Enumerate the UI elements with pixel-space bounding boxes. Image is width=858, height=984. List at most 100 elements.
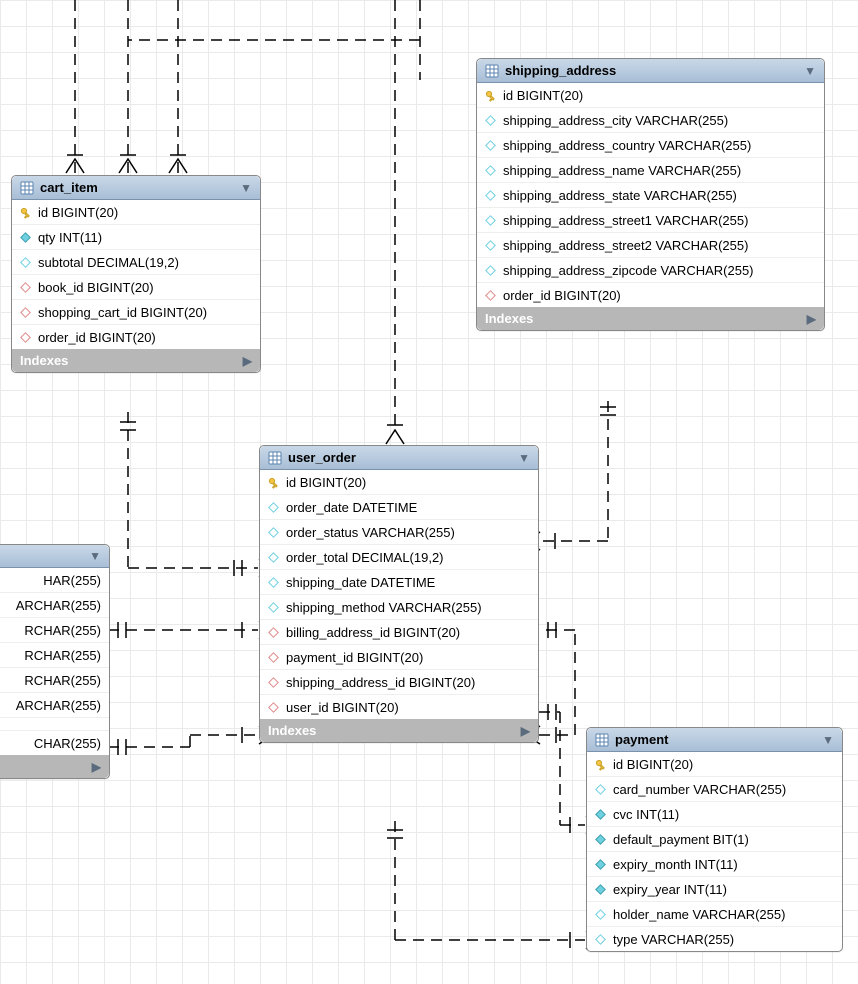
column-label: type VARCHAR(255) xyxy=(613,932,734,947)
column-label: ARCHAR(255) xyxy=(16,598,101,613)
table-header[interactable]: payment ▼ xyxy=(587,728,842,752)
chevron-down-icon[interactable]: ▼ xyxy=(518,451,530,465)
column-row[interactable]: ARCHAR(255) xyxy=(0,692,109,717)
column-row[interactable]: shipping_address_street2 VARCHAR(255) xyxy=(477,232,824,257)
column-label: shipping_address_zipcode VARCHAR(255) xyxy=(503,263,754,278)
table-cart-item[interactable]: cart_item ▼ id BIGINT(20) qty INT(11) subt… xyxy=(11,175,261,373)
column-icon xyxy=(595,884,607,896)
column-row[interactable]: shipping_date DATETIME xyxy=(260,569,538,594)
chevron-down-icon[interactable]: ▼ xyxy=(240,181,252,195)
column-row[interactable]: order_id BIGINT(20) xyxy=(12,324,260,349)
column-row[interactable]: HAR(255) xyxy=(0,568,109,592)
table-title: payment xyxy=(615,732,816,747)
column-label: id BIGINT(20) xyxy=(38,205,118,220)
table-header[interactable]: cart_item ▼ xyxy=(12,176,260,200)
column-row[interactable]: shipping_method VARCHAR(255) xyxy=(260,594,538,619)
primary-key-icon xyxy=(268,477,280,489)
table-icon xyxy=(20,181,34,195)
column-row[interactable]: user_id BIGINT(20) xyxy=(260,694,538,719)
column-row[interactable]: shipping_address_state VARCHAR(255) xyxy=(477,182,824,207)
chevron-right-icon[interactable]: ▶ xyxy=(92,760,101,774)
column-row[interactable]: shipping_address_name VARCHAR(255) xyxy=(477,157,824,182)
column-label: shipping_method VARCHAR(255) xyxy=(286,600,482,615)
column-row[interactable]: RCHAR(255) xyxy=(0,617,109,642)
table-user-order[interactable]: user_order ▼ id BIGINT(20)order_date DAT… xyxy=(259,445,539,743)
column-label: qty INT(11) xyxy=(38,230,102,245)
column-label: id BIGINT(20) xyxy=(503,88,583,103)
column-row[interactable]: expiry_year INT(11) xyxy=(587,876,842,901)
table-partial-left[interactable]: ▼ HAR(255)ARCHAR(255)RCHAR(255)RCHAR(255… xyxy=(0,544,110,779)
chevron-right-icon[interactable]: ▶ xyxy=(243,354,252,368)
column-label: shipping_address_state VARCHAR(255) xyxy=(503,188,737,203)
table-header[interactable]: user_order ▼ xyxy=(260,446,538,470)
column-label: shopping_cart_id BIGINT(20) xyxy=(38,305,207,320)
indexes-label: Indexes xyxy=(485,311,533,326)
indexes-section[interactable]: Indexes ▶ xyxy=(260,719,538,742)
table-shipping-address[interactable]: shipping_address ▼ id BIGINT(20) shipping… xyxy=(476,58,825,331)
er-diagram-canvas[interactable]: cart_item ▼ id BIGINT(20) qty INT(11) subt… xyxy=(0,0,858,984)
chevron-down-icon[interactable]: ▼ xyxy=(89,549,101,563)
column-row[interactable]: billing_address_id BIGINT(20) xyxy=(260,619,538,644)
column-icon xyxy=(485,215,497,227)
column-row[interactable]: shipping_address_street1 VARCHAR(255) xyxy=(477,207,824,232)
table-payment[interactable]: payment ▼ id BIGINT(20)card_number VARCH… xyxy=(586,727,843,952)
column-row[interactable]: subtotal DECIMAL(19,2) xyxy=(12,249,260,274)
column-icon xyxy=(268,552,280,564)
chevron-down-icon[interactable]: ▼ xyxy=(822,733,834,747)
column-row[interactable]: id BIGINT(20) xyxy=(260,470,538,494)
column-icon xyxy=(268,602,280,614)
primary-key-icon xyxy=(20,207,32,219)
column-label: payment_id BIGINT(20) xyxy=(286,650,423,665)
foreign-key-icon xyxy=(268,627,280,639)
column-row[interactable]: shipping_address_zipcode VARCHAR(255) xyxy=(477,257,824,282)
column-icon xyxy=(268,527,280,539)
column-row[interactable]: order_status VARCHAR(255) xyxy=(260,519,538,544)
column-row[interactable]: type VARCHAR(255) xyxy=(587,926,842,951)
column-label: expiry_month INT(11) xyxy=(613,857,738,872)
indexes-section[interactable]: Indexes ▶ xyxy=(12,349,260,372)
indexes-section[interactable]: Indexes ▶ xyxy=(0,755,109,778)
table-header[interactable]: ▼ xyxy=(0,545,109,568)
column-row[interactable]: default_payment BIT(1) xyxy=(587,826,842,851)
primary-key-icon xyxy=(485,90,497,102)
column-row[interactable]: ARCHAR(255) xyxy=(0,592,109,617)
column-row[interactable]: order_date DATETIME xyxy=(260,494,538,519)
column-row[interactable] xyxy=(0,717,109,730)
column-label: expiry_year INT(11) xyxy=(613,882,727,897)
column-row[interactable]: payment_id BIGINT(20) xyxy=(260,644,538,669)
column-row[interactable]: RCHAR(255) xyxy=(0,642,109,667)
foreign-key-icon xyxy=(20,307,32,319)
indexes-section[interactable]: Indexes ▶ xyxy=(477,307,824,330)
column-label: shipping_address_street2 VARCHAR(255) xyxy=(503,238,748,253)
column-row[interactable]: id BIGINT(20) xyxy=(12,200,260,224)
column-icon xyxy=(595,784,607,796)
column-row[interactable]: qty INT(11) xyxy=(12,224,260,249)
column-row[interactable]: RCHAR(255) xyxy=(0,667,109,692)
column-row[interactable]: order_id BIGINT(20) xyxy=(477,282,824,307)
column-row[interactable]: id BIGINT(20) xyxy=(477,83,824,107)
column-row[interactable]: shipping_address_city VARCHAR(255) xyxy=(477,107,824,132)
column-row[interactable]: shipping_address_id BIGINT(20) xyxy=(260,669,538,694)
column-row[interactable]: order_total DECIMAL(19,2) xyxy=(260,544,538,569)
column-row[interactable]: cvc INT(11) xyxy=(587,801,842,826)
chevron-down-icon[interactable]: ▼ xyxy=(804,64,816,78)
column-label: billing_address_id BIGINT(20) xyxy=(286,625,460,640)
column-row[interactable]: holder_name VARCHAR(255) xyxy=(587,901,842,926)
column-label: order_status VARCHAR(255) xyxy=(286,525,455,540)
column-row[interactable]: id BIGINT(20) xyxy=(587,752,842,776)
chevron-right-icon[interactable]: ▶ xyxy=(807,312,816,326)
column-label: order_id BIGINT(20) xyxy=(38,330,156,345)
column-row[interactable]: shipping_address_country VARCHAR(255) xyxy=(477,132,824,157)
column-label: default_payment BIT(1) xyxy=(613,832,749,847)
foreign-key-icon xyxy=(268,702,280,714)
column-row[interactable]: expiry_month INT(11) xyxy=(587,851,842,876)
column-icon xyxy=(595,809,607,821)
chevron-right-icon[interactable]: ▶ xyxy=(521,724,530,738)
column-row[interactable]: card_number VARCHAR(255) xyxy=(587,776,842,801)
column-row[interactable]: book_id BIGINT(20) xyxy=(12,274,260,299)
column-row[interactable]: CHAR(255) xyxy=(0,730,109,755)
table-header[interactable]: shipping_address ▼ xyxy=(477,59,824,83)
column-row[interactable]: shopping_cart_id BIGINT(20) xyxy=(12,299,260,324)
column-label: shipping_address_id BIGINT(20) xyxy=(286,675,475,690)
column-label: order_total DECIMAL(19,2) xyxy=(286,550,444,565)
